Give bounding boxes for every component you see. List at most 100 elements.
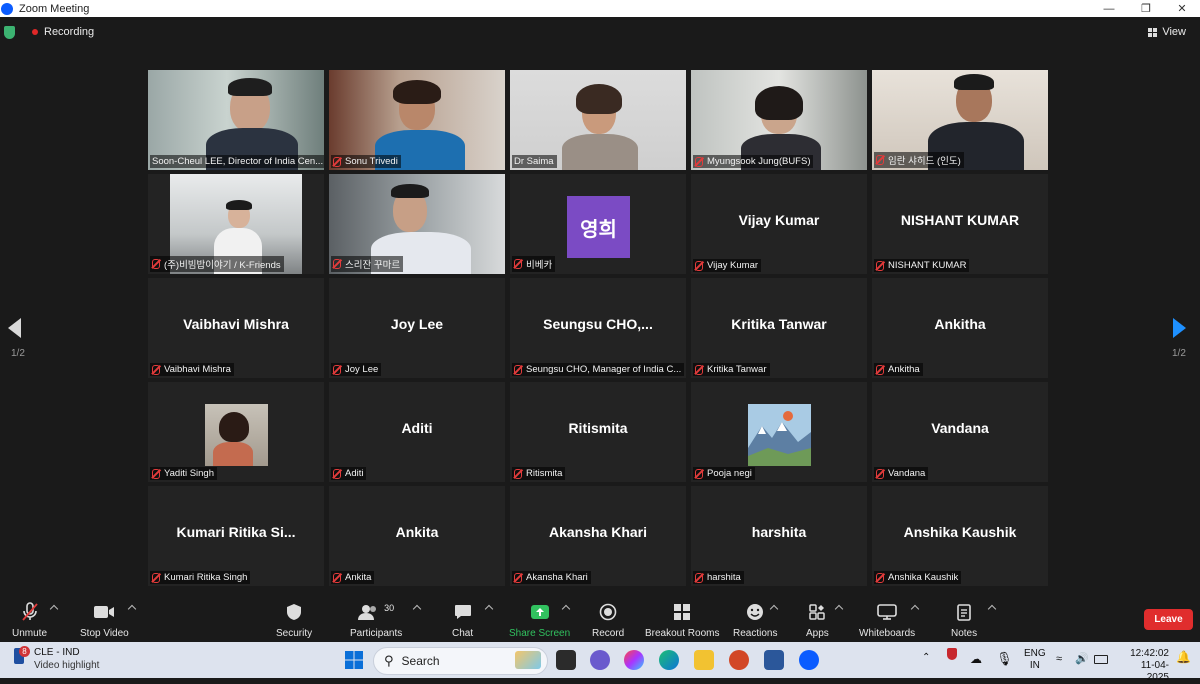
participant-tile[interactable]: NISHANT KUMAR NISHANT KUMAR <box>872 174 1048 274</box>
share-screen-icon <box>530 602 550 622</box>
news-widget[interactable]: CLE - IND Video highlight <box>34 646 99 672</box>
taskbar-search-input[interactable]: ⚲ Search <box>373 647 548 675</box>
participant-name-label: Myungsook Jung(BUFS) <box>693 155 814 168</box>
participant-tile[interactable]: Seungsu CHO,... Seungsu CHO, Manager of … <box>510 278 686 378</box>
participant-tile[interactable]: Joy Lee Joy Lee <box>329 278 505 378</box>
window-title: Zoom Meeting <box>19 2 90 15</box>
chat-button[interactable]: Chat <box>452 602 473 639</box>
participant-tile[interactable]: Soon-Cheul LEE, Director of India Cen... <box>148 70 324 170</box>
participant-tile[interactable]: 임란 샤히드 (인도) <box>872 70 1048 170</box>
participant-tile[interactable]: harshita harshita <box>691 486 867 586</box>
whiteboards-button[interactable]: Whiteboards <box>859 602 915 639</box>
participant-display-name: Anshika Kaushik <box>903 524 1017 540</box>
windows-start-icon[interactable] <box>344 650 364 670</box>
edge-browser-icon[interactable] <box>659 650 679 670</box>
show-hidden-icons-chevron-icon[interactable]: ⌃ <box>922 652 930 663</box>
participant-name-label: Seungsu CHO, Manager of India C... <box>512 363 685 376</box>
chat-caret-icon[interactable] <box>484 604 494 614</box>
stop-video-button[interactable]: Stop Video <box>80 602 129 639</box>
meeting-topbar: Recording View <box>0 17 1200 53</box>
participant-tile[interactable]: Vijay Kumar Vijay Kumar <box>691 174 867 274</box>
audio-options-caret-icon[interactable] <box>49 604 59 614</box>
muted-mic-icon <box>876 468 884 479</box>
muted-mic-icon <box>514 572 522 583</box>
grid-view-icon <box>1148 27 1158 37</box>
record-label: Record <box>592 628 625 639</box>
breakout-rooms-button[interactable]: Breakout Rooms <box>645 602 719 639</box>
muted-mic-icon <box>152 468 160 479</box>
participant-name-label: Ankita <box>331 571 375 584</box>
copilot-icon[interactable] <box>624 650 644 670</box>
muted-mic-icon <box>152 364 160 375</box>
clock[interactable]: 12:42:02 11-04-2025 <box>1119 648 1169 684</box>
teams-chat-icon[interactable] <box>590 650 610 670</box>
participant-tile[interactable]: Vaibhavi Mishra Vaibhavi Mishra <box>148 278 324 378</box>
security-shield-icon[interactable] <box>4 26 15 39</box>
participant-tile[interactable]: Ankitha Ankitha <box>872 278 1048 378</box>
previous-page-icon[interactable] <box>8 318 21 338</box>
search-icon: ⚲ <box>384 653 394 668</box>
battery-icon[interactable] <box>1094 655 1108 664</box>
participant-tile[interactable]: Sonu Trivedi <box>329 70 505 170</box>
apps-button[interactable]: Apps <box>806 602 829 639</box>
participant-tile[interactable]: Kritika Tanwar Kritika Tanwar <box>691 278 867 378</box>
participants-caret-icon[interactable] <box>412 604 422 614</box>
participant-tile[interactable]: Akansha Khari Akansha Khari <box>510 486 686 586</box>
notes-button[interactable]: Notes <box>951 602 977 639</box>
participant-display-name: Ritismita <box>568 420 628 436</box>
participant-tile[interactable]: 영희 비베카 <box>510 174 686 274</box>
zoom-taskbar-icon[interactable] <box>799 650 819 670</box>
participant-tile[interactable]: Vandana Vandana <box>872 382 1048 482</box>
apps-caret-icon[interactable] <box>834 604 844 614</box>
unmute-button[interactable]: Unmute <box>12 602 47 639</box>
notes-caret-icon[interactable] <box>987 604 997 614</box>
avatar: 영희 <box>567 196 630 258</box>
participant-tile[interactable]: 스리잔 꾸마르 <box>329 174 505 274</box>
participant-tile[interactable]: (주)비빔밥이야기 / K-Friends <box>148 174 324 274</box>
video-options-caret-icon[interactable] <box>127 604 137 614</box>
reactions-label: Reactions <box>733 628 778 639</box>
task-view-icon[interactable] <box>556 650 576 670</box>
apps-icon <box>808 602 826 622</box>
wifi-icon[interactable]: ≈ <box>1056 653 1062 665</box>
microphone-tray-icon[interactable]: 🎙 <box>996 651 1013 667</box>
participant-name-label: 임란 샤히드 (인도) <box>874 152 964 168</box>
participant-name-label: Sonu Trivedi <box>331 155 401 168</box>
participant-display-name: Kumari Ritika Si... <box>176 524 296 540</box>
security-button[interactable]: Security <box>276 602 312 639</box>
word-icon[interactable] <box>764 650 784 670</box>
participant-tile[interactable]: Kumari Ritika Si... Kumari Ritika Singh <box>148 486 324 586</box>
file-explorer-icon[interactable] <box>694 650 714 670</box>
input-language-indicator[interactable]: ENG IN <box>1024 648 1046 672</box>
unmute-label: Unmute <box>12 628 48 639</box>
participant-tile[interactable]: Anshika Kaushik Anshika Kaushik <box>872 486 1048 586</box>
muted-mic-icon <box>514 259 522 269</box>
powerpoint-icon[interactable] <box>729 650 749 670</box>
participants-button[interactable]: 30 Participants <box>350 602 402 639</box>
chat-label: Chat <box>452 628 474 639</box>
view-button[interactable]: View <box>1148 26 1186 38</box>
cloud-sync-icon[interactable]: ☁ <box>970 652 982 666</box>
muted-mic-icon <box>333 364 341 375</box>
notification-bell-icon[interactable]: 🔔 <box>1176 650 1191 664</box>
record-button[interactable]: Record <box>592 602 624 639</box>
participants-label: Participants <box>350 628 403 639</box>
participant-tile[interactable]: Pooja negi <box>691 382 867 482</box>
page-indicator-right: 1/2 <box>1172 348 1186 359</box>
record-icon <box>599 602 617 622</box>
participant-tile[interactable]: Yaditi Singh <box>148 382 324 482</box>
volume-icon[interactable]: 🔊 <box>1075 652 1089 665</box>
participant-tile[interactable]: Aditi Aditi <box>329 382 505 482</box>
participant-tile-active-speaker[interactable]: Dr Saima <box>510 70 686 170</box>
participant-tile[interactable]: Ankita Ankita <box>329 486 505 586</box>
leave-button[interactable]: Leave <box>1144 609 1193 630</box>
share-screen-button[interactable]: Share Screen <box>509 602 570 639</box>
close-icon[interactable]: ✕ <box>1167 0 1197 17</box>
antivirus-shield-icon[interactable] <box>947 648 957 660</box>
minimize-icon[interactable]: — <box>1094 0 1124 17</box>
restore-icon[interactable]: ❐ <box>1131 0 1161 17</box>
participant-tile[interactable]: Myungsook Jung(BUFS) <box>691 70 867 170</box>
recording-status[interactable]: Recording <box>44 26 94 38</box>
next-page-icon[interactable] <box>1173 318 1186 338</box>
participant-tile[interactable]: Ritismita Ritismita <box>510 382 686 482</box>
